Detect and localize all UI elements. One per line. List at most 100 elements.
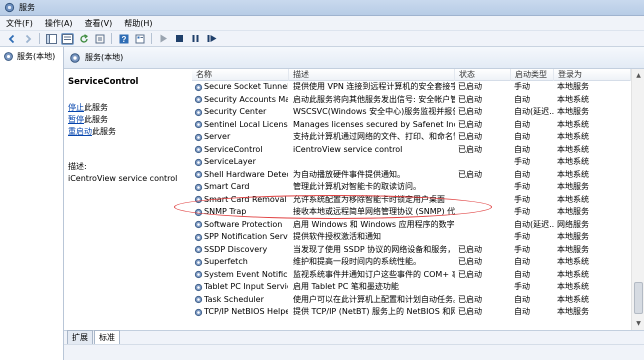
vertical-scrollbar[interactable]: ▲ ▼ xyxy=(631,69,644,330)
table-row[interactable]: SSDP Discovery 当发现了使用 SSDP 协议的网络设备和服务，...… xyxy=(192,244,631,257)
table-row[interactable]: Smart Card 管理此计算机对智能卡的取读访问。 手动 本地服务 xyxy=(192,181,631,194)
table-row[interactable]: Task Scheduler 使用户可以在此计算机上配置和计划自动任务。... 已启… xyxy=(192,294,631,307)
service-startup-type: 自动(延迟... xyxy=(514,107,554,116)
help-icon[interactable]: ? xyxy=(117,33,130,45)
window-title: 服务 xyxy=(19,3,35,12)
service-status: 已启动 xyxy=(458,94,482,104)
service-gear-icon xyxy=(194,181,203,194)
service-startup-type: 手动 xyxy=(514,207,530,216)
column-header-log-on-as[interactable]: 登录为 xyxy=(554,69,631,81)
menu-file[interactable]: 文件(F) xyxy=(6,18,33,29)
menu-help[interactable]: 帮助(H) xyxy=(124,18,152,29)
service-name: Shell Hardware Detect... xyxy=(204,169,288,179)
service-name: Superfetch xyxy=(204,257,248,266)
tab-standard[interactable]: 标准 xyxy=(94,330,120,344)
services-app-icon xyxy=(4,2,15,13)
service-log-on-as: 本地系统 xyxy=(557,169,589,179)
description-text: iCentroView service control xyxy=(68,174,178,183)
service-description: 提供软件授权激活和通知 xyxy=(293,232,381,241)
service-log-on-as: 本地系统 xyxy=(557,294,589,304)
column-header-startup-type[interactable]: 启动类型 xyxy=(511,69,554,81)
stop-link[interactable]: 停止 xyxy=(68,103,84,112)
table-row[interactable]: SNMP Trap 接收本地或远程简单网络管理协议 (SNMP) 代... 手动 本地… xyxy=(192,206,631,219)
forward-icon[interactable] xyxy=(21,33,34,45)
service-gear-icon xyxy=(194,306,203,319)
table-row[interactable]: Sentinel Local License ... Manages licens… xyxy=(192,119,631,132)
export-icon[interactable] xyxy=(93,33,106,45)
table-row[interactable]: System Event Notificat... 监视系统事件并通知订户这些事件… xyxy=(192,269,631,282)
description-label: 描述: xyxy=(68,162,87,171)
service-gear-icon xyxy=(194,131,203,144)
service-status xyxy=(458,281,508,294)
service-name: SPP Notification Service xyxy=(204,232,288,241)
table-row[interactable]: ServiceLayer 手动 本地系统 xyxy=(192,156,631,169)
console-tree-icon[interactable] xyxy=(45,33,58,45)
column-header-status[interactable]: 状态 xyxy=(455,69,511,81)
table-row[interactable]: ServiceControl iCentroView service contro… xyxy=(192,144,631,157)
service-log-on-as: 本地服务 xyxy=(557,182,589,191)
table-row[interactable]: SPP Notification Service 提供软件授权激活和通知 手动 本地服… xyxy=(192,231,631,244)
service-log-on-as: 网络服务 xyxy=(557,219,589,229)
start-service-icon[interactable] xyxy=(157,33,170,45)
service-name: SNMP Trap xyxy=(204,207,247,216)
table-row[interactable]: Smart Card Removal P... 允许系统配置为移除智能卡时锁定用户… xyxy=(192,194,631,207)
refresh-icon[interactable] xyxy=(77,33,90,45)
pause-service-icon[interactable] xyxy=(189,33,202,45)
table-row[interactable]: Security Center WSCSVC(Windows 安全中心)服务监视并… xyxy=(192,106,631,119)
action-suffix: 此服务 xyxy=(84,103,108,112)
service-gear-icon xyxy=(194,156,203,169)
service-status: 已启动 xyxy=(458,269,482,279)
menu-action[interactable]: 操作(A) xyxy=(45,18,73,29)
service-gear-icon xyxy=(194,119,203,132)
scroll-thumb[interactable] xyxy=(634,282,643,314)
service-status: 已启动 xyxy=(458,132,482,141)
back-icon[interactable] xyxy=(5,33,18,45)
pause-link[interactable]: 暂停 xyxy=(68,115,84,124)
table-row[interactable]: Security Accounts Man... 启动此服务将向其他服务发出信号:… xyxy=(192,94,631,107)
restart-link[interactable]: 重启动 xyxy=(68,127,92,136)
table-row[interactable]: Superfetch 维护和提高一段时间内的系统性能。 已启动 自动 本地系统 xyxy=(192,256,631,269)
service-gear-icon xyxy=(194,94,203,107)
restart-service-action: 重启动此服务 xyxy=(68,126,187,138)
service-log-on-as: 本地系统 xyxy=(557,132,589,141)
tab-extended[interactable]: 扩展 xyxy=(67,330,93,344)
table-row[interactable]: Shell Hardware Detect... 为自动播放硬件事件提供通知。 已启… xyxy=(192,169,631,182)
service-description: 监视系统事件并通知订户这些事件的 COM+ 事... xyxy=(293,269,455,279)
table-row[interactable]: Secure Socket Tunneli... 提供使用 VPN 连接到远程计算… xyxy=(192,81,631,94)
tree-item-services-local[interactable]: 服务(本地) xyxy=(3,51,55,62)
table-row[interactable]: Software Protection 启用 Windows 和 Windows … xyxy=(192,219,631,232)
service-log-on-as: 本地系统 xyxy=(557,257,589,266)
service-name: Software Protection xyxy=(204,219,283,229)
toolbar-separator xyxy=(151,33,152,44)
service-startup-type: 手动 xyxy=(514,182,530,191)
service-log-on-as: 本地系统 xyxy=(557,269,589,279)
service-gear-icon xyxy=(194,244,203,257)
main-pane: 服务(本地) ServiceControl 停止此服务 暂停此服务 重启动此服务… xyxy=(64,47,644,360)
toolbar-separator xyxy=(39,33,40,44)
properties-icon[interactable] xyxy=(133,33,146,45)
main-header-title: 服务(本地) xyxy=(85,53,124,62)
service-startup-type: 手动 xyxy=(514,82,530,91)
stop-service-icon[interactable] xyxy=(173,33,186,45)
service-log-on-as: 本地服务 xyxy=(557,307,589,316)
service-startup-type: 手动 xyxy=(514,244,530,254)
table-row[interactable]: Server 支持此计算机通过网络的文件、打印、和命名管... 已启动 自动 本地系统 xyxy=(192,131,631,144)
service-name: Smart Card xyxy=(204,182,250,191)
service-name: Secure Socket Tunneli... xyxy=(204,82,288,91)
column-header-name[interactable]: 名称 xyxy=(192,69,289,81)
restart-service-icon[interactable] xyxy=(205,33,218,45)
column-header-description[interactable]: 描述 xyxy=(289,69,455,81)
service-description: 使用户可以在此计算机上配置和计划自动任务。... xyxy=(293,294,455,304)
service-gear-icon xyxy=(194,219,203,232)
table-row[interactable]: Tablet PC Input Service 启用 Tablet PC 笔和墨迹… xyxy=(192,281,631,294)
show-hide-icon[interactable] xyxy=(61,32,74,45)
scroll-up-icon[interactable]: ▲ xyxy=(635,72,642,79)
scroll-down-icon[interactable]: ▼ xyxy=(635,320,642,327)
service-log-on-as: 本地系统 xyxy=(557,94,589,104)
service-description: 维护和提高一段时间内的系统性能。 xyxy=(293,257,421,266)
table-row[interactable]: TCP/IP NetBIOS Helper 提供 TCP/IP (NetBT) 服… xyxy=(192,306,631,319)
title-bar: 服务 xyxy=(0,0,644,16)
menu-view[interactable]: 查看(V) xyxy=(85,18,113,29)
service-gear-icon xyxy=(194,144,203,157)
service-status: 已启动 xyxy=(458,107,482,116)
